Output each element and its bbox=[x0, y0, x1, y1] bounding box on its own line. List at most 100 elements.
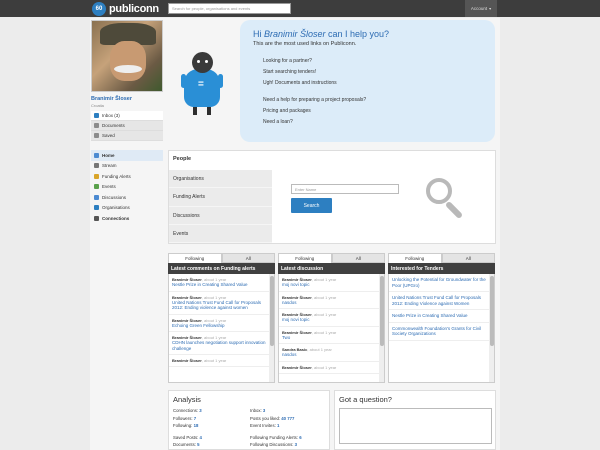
list-item[interactable]: Commonwealth Foundation's Grants for Civ… bbox=[389, 323, 494, 341]
list-item[interactable]: Branimir Šloser, about 1 year CDHN launch… bbox=[169, 332, 274, 355]
tab-organisations[interactable]: Organisations bbox=[169, 170, 272, 189]
list-item[interactable]: Sandra Basic, about 1 year nasdos bbox=[279, 344, 384, 362]
column-title: Interested for Tenders bbox=[388, 263, 495, 274]
robot-mascot-icon: = bbox=[181, 52, 223, 122]
greeting-name: Branimir Šloser bbox=[264, 29, 326, 39]
sidebar-item-label: Funding Alerts bbox=[102, 173, 131, 179]
list-item[interactable]: Branimir Šloser, about 1 year United Nati… bbox=[169, 292, 274, 315]
sidebar-item-inbox[interactable]: Inbox (3) bbox=[91, 111, 163, 121]
list-item[interactable]: Nestle Prize in Creating Shared Value bbox=[389, 310, 494, 323]
timestamp: , about 1 year bbox=[311, 294, 337, 300]
help-link[interactable]: Need a help for preparing a project prop… bbox=[263, 95, 366, 106]
sidebar-item-stream[interactable]: Stream bbox=[91, 161, 163, 172]
question-panel: Got a question? bbox=[334, 390, 496, 450]
sidebar-item-organisations[interactable]: Organisations bbox=[91, 203, 163, 214]
list-item[interactable]: Branimir Šloser, about 1 year moj novi to… bbox=[279, 274, 384, 292]
search-button[interactable]: Search bbox=[291, 198, 332, 213]
list-item[interactable]: Branimir Šloser, about 1 year Echoing Gre… bbox=[169, 315, 274, 332]
scrollbar[interactable] bbox=[269, 274, 274, 382]
people-tabs: Organisations Funding Alerts Discussions… bbox=[169, 170, 272, 243]
list-item[interactable]: Branimir Šloser, about 1 year Two bbox=[279, 327, 384, 344]
help-link[interactable]: Start searching tenders! bbox=[263, 67, 366, 78]
sidebar-item-saved[interactable]: Saved bbox=[91, 131, 163, 141]
item-title: nasdos bbox=[282, 299, 297, 305]
sidebar-item-documents[interactable]: Documents bbox=[91, 121, 163, 131]
stat: Posts you liked: 40 777 bbox=[250, 415, 295, 421]
scrollbar[interactable] bbox=[489, 274, 494, 382]
tab-discussions[interactable]: Discussions bbox=[169, 207, 272, 225]
scrollbar[interactable] bbox=[379, 274, 384, 382]
sidebar-item-label: Home bbox=[102, 152, 115, 158]
item-title: Unlocking the Potential for Groundwater … bbox=[392, 277, 486, 288]
stat: Event Invites: 1 bbox=[250, 423, 280, 428]
timestamp: , about 1 year bbox=[201, 294, 227, 300]
question-title: Got a question? bbox=[339, 395, 392, 404]
item-title: Nestle Prize in Creating Shared Value bbox=[392, 313, 468, 318]
profile-name[interactable]: Branimir Šloser bbox=[91, 96, 132, 102]
analysis-stats: Connections: 3 Inbox: 3 Followers: 7 Posts… bbox=[173, 408, 327, 450]
timestamp: , about 1 year bbox=[311, 329, 337, 335]
help-link[interactable]: Ugh! Documents and instructions bbox=[263, 78, 366, 89]
author-name: Branimir Šloser bbox=[172, 317, 202, 323]
sidebar-item-label: Organisations bbox=[102, 205, 130, 211]
list-item[interactable]: Branimir Šloser, about 1 year nasdos bbox=[279, 292, 384, 309]
tab-all[interactable]: All bbox=[331, 253, 385, 263]
sidebar-item-events[interactable]: Events bbox=[91, 182, 163, 193]
timestamp: , about 1 year bbox=[311, 277, 337, 282]
stat: Saved Posts: 4 bbox=[173, 434, 202, 440]
stat: Following: 18 bbox=[173, 423, 199, 428]
item-title: Two bbox=[282, 334, 291, 340]
sidebar-top-menu: Inbox (3) Documents Saved bbox=[91, 111, 163, 141]
chevron-down-icon: ▾ bbox=[489, 6, 492, 11]
tab-events[interactable]: Events bbox=[169, 225, 272, 243]
column-list: Branimir Šloser, about 1 year moj novi to… bbox=[278, 274, 385, 383]
item-title: Echoing Green Fellowship bbox=[172, 322, 225, 328]
list-item[interactable]: United Nations Trust Fund Call for Propo… bbox=[389, 292, 494, 310]
list-item[interactable]: Branimir Šloser, about 1 year moj novi to… bbox=[279, 309, 384, 327]
profile-country: Croatia bbox=[91, 103, 104, 108]
avatar[interactable] bbox=[91, 20, 163, 92]
name-search-input[interactable]: Enter Name bbox=[291, 184, 399, 194]
global-search-input[interactable]: Search for people, organisations and eve… bbox=[168, 3, 291, 14]
sidebar-item-label: Discussions bbox=[102, 194, 127, 200]
item-title: United Nations Trust Fund Call for Propo… bbox=[172, 299, 262, 311]
help-link[interactable]: Pricing and packages bbox=[263, 106, 366, 117]
sidebar-item-discussions[interactable]: Discussions bbox=[91, 192, 163, 203]
tenders-column: Following All Interested for Tenders Unl… bbox=[388, 253, 495, 383]
sidebar-item-label: Documents bbox=[102, 123, 125, 128]
item-title: nasdos bbox=[282, 352, 297, 357]
list-item[interactable]: Branimir Šloser, about 1 year Nestle Priz… bbox=[169, 274, 274, 292]
tab-following[interactable]: Following bbox=[388, 253, 442, 263]
tab-people[interactable]: People bbox=[173, 156, 191, 162]
tab-all[interactable]: All bbox=[221, 253, 275, 263]
tab-all[interactable]: All bbox=[441, 253, 495, 263]
timestamp: , about 1 year bbox=[307, 347, 332, 352]
tab-funding-alerts[interactable]: Funding Alerts bbox=[169, 188, 272, 207]
stat: Following Funding Alerts: 6 bbox=[250, 434, 302, 440]
sidebar-item-home[interactable]: Home bbox=[91, 150, 163, 161]
account-menu-button[interactable]: Account ▾ bbox=[465, 0, 497, 17]
sidebar-item-label: Events bbox=[102, 184, 116, 190]
question-textarea[interactable] bbox=[339, 408, 492, 444]
logo[interactable]: 60 publiconn bbox=[92, 1, 159, 16]
help-link[interactable]: Need a loan? bbox=[263, 117, 366, 128]
author-name: Branimir Šloser bbox=[172, 358, 202, 363]
list-item[interactable]: Unlocking the Potential for Groundwater … bbox=[389, 274, 494, 292]
help-link[interactable]: Looking for a partner? bbox=[263, 56, 366, 67]
timestamp: , about 1 year bbox=[201, 358, 227, 363]
sidebar-item-label: Saved bbox=[102, 133, 115, 138]
column-list: Unlocking the Potential for Groundwater … bbox=[388, 274, 495, 383]
stat: Connections: 3 bbox=[173, 408, 202, 413]
sidebar-item-connections[interactable]: Connections bbox=[91, 213, 163, 224]
list-item[interactable]: Branimir Šloser, about 1 year bbox=[169, 355, 274, 367]
stat: Followers: 7 bbox=[173, 415, 197, 421]
list-item[interactable]: Branimir Šloser, about 1 year bbox=[279, 362, 384, 374]
tab-following[interactable]: Following bbox=[278, 253, 332, 263]
sidebar-item-funding-alerts[interactable]: Funding Alerts bbox=[91, 171, 163, 182]
column-list: Branimir Šloser, about 1 year Nestle Priz… bbox=[168, 274, 275, 383]
greeting: Hi Branimir Šloser can I help you? bbox=[253, 29, 390, 39]
column-title: Latest discussion bbox=[278, 263, 385, 274]
item-title: moj novi topic bbox=[282, 317, 310, 322]
tab-following[interactable]: Following bbox=[168, 253, 222, 263]
sidebar-item-label: Connections bbox=[102, 215, 130, 221]
